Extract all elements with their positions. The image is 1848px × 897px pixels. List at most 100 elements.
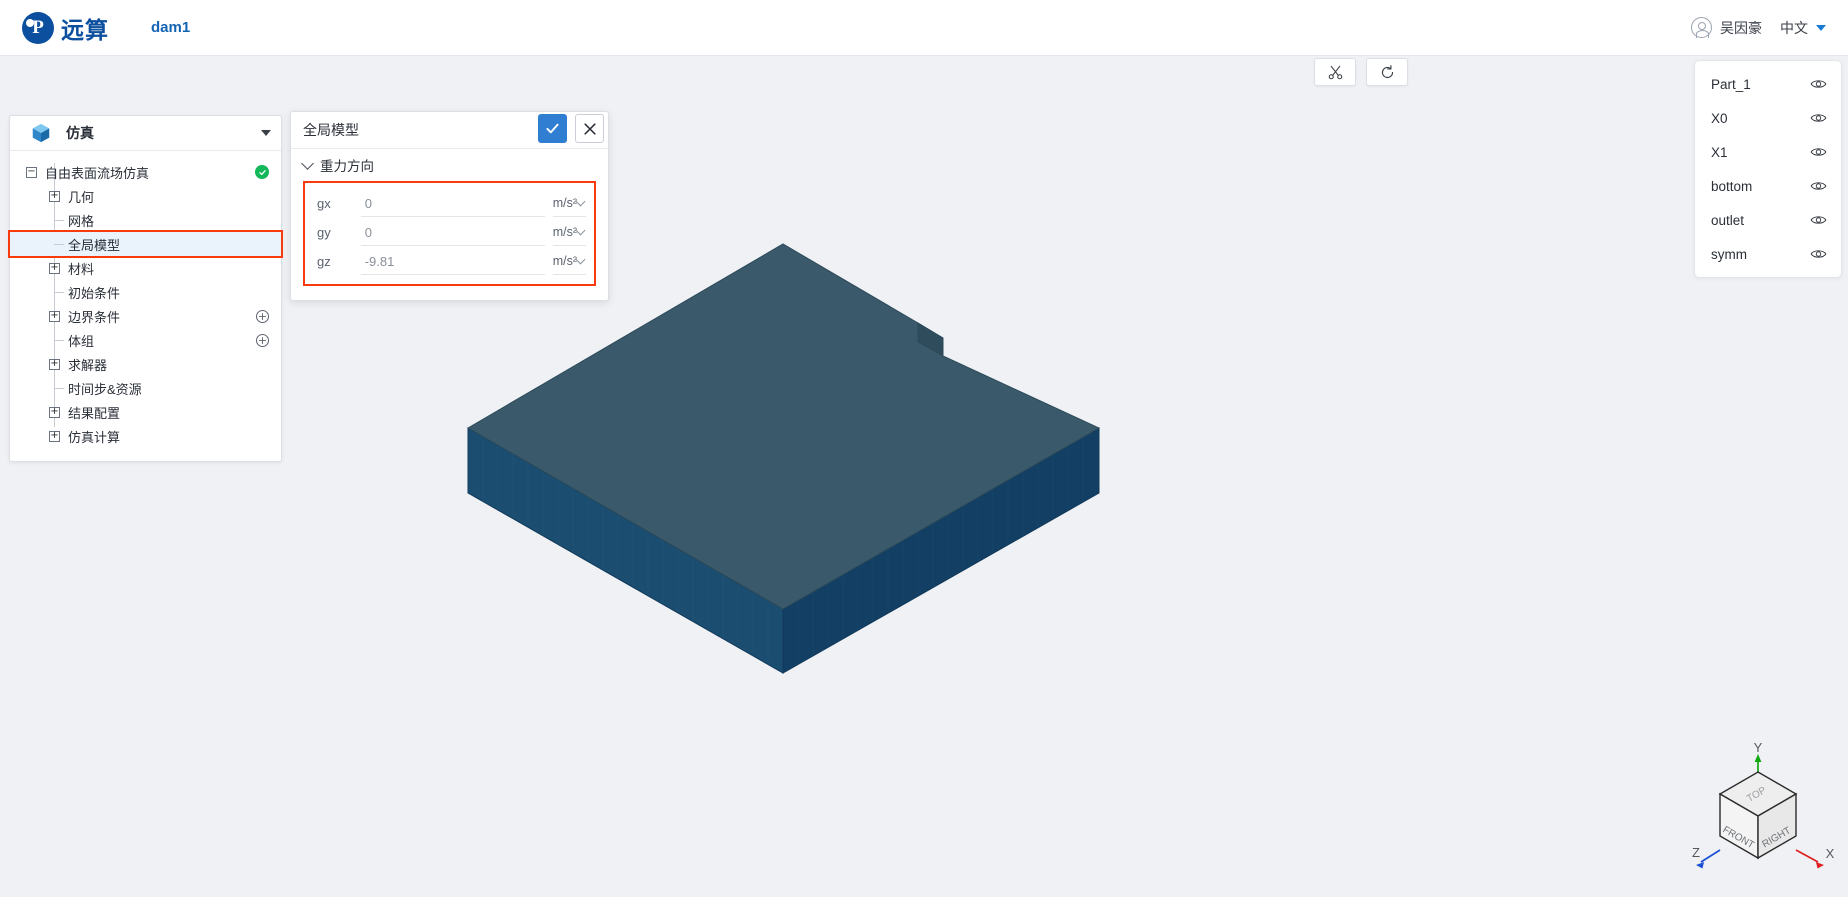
dialog-confirm-button[interactable] [538, 114, 567, 143]
simulation-tree-panel: 仿真 − 自由表面流场仿真 + 几何 网格 全局模型 + 材料 初始条件 + 边界条件 + 体组 + + 求解… [8, 115, 283, 462]
tree-node-label: 求解器 [68, 357, 108, 373]
tree-panel-title: 仿真 [66, 125, 94, 141]
eye-icon[interactable] [1810, 214, 1827, 226]
unit-select-gz[interactable]: m/s² [552, 249, 586, 275]
reset-view-button[interactable] [1366, 58, 1408, 86]
expand-node-icon[interactable]: + [49, 358, 60, 370]
visibility-row-bottom[interactable]: bottom [1695, 169, 1841, 203]
tree-leaf-connector [54, 340, 64, 341]
axis-label-z: Z [1692, 845, 1700, 860]
chevron-down-icon [575, 225, 586, 235]
language-label: 中文 [1780, 19, 1808, 36]
dialog-cancel-button[interactable] [575, 114, 604, 143]
brand-logo[interactable]: P 远算 [22, 11, 109, 45]
visibility-item-label: outlet [1711, 212, 1745, 228]
chevron-down-icon [575, 196, 586, 206]
chevron-down-icon [575, 254, 586, 264]
add-item-icon[interactable]: + [256, 309, 269, 323]
field-input-gx[interactable] [360, 190, 545, 217]
status-ok-icon [255, 165, 269, 179]
eye-icon[interactable] [1810, 146, 1827, 158]
chevron-down-icon[interactable] [261, 130, 271, 136]
tree-node-label: 材料 [68, 261, 95, 277]
brand-name: 远算 [61, 16, 109, 43]
tree-node-11[interactable]: + 仿真计算 [10, 424, 281, 448]
collapse-node-icon[interactable]: − [26, 166, 37, 178]
visibility-item-label: Part_1 [1711, 76, 1751, 92]
brand-letter: P [32, 16, 44, 38]
expand-node-icon[interactable]: + [49, 190, 60, 202]
expand-node-icon[interactable]: + [49, 430, 60, 442]
gravity-field-row-gy: gy m/s² [305, 218, 594, 247]
tree-node-8[interactable]: + 求解器 [10, 352, 281, 376]
model-viewport-3d[interactable]: 仿真 − 自由表面流场仿真 + 几何 网格 全局模型 + 材料 初始条件 + 边界条件 + 体组 + + 求解… [0, 56, 1848, 897]
gravity-direction-section-header[interactable]: 重力方向 [291, 149, 608, 181]
visibility-item-label: X1 [1711, 144, 1728, 160]
tree-node-0[interactable]: − 自由表面流场仿真 [10, 160, 281, 184]
tree-leaf-connector [54, 220, 64, 221]
visibility-row-symm[interactable]: symm [1695, 237, 1841, 271]
clip-section-button[interactable] [1314, 58, 1356, 86]
tree-node-10[interactable]: + 结果配置 [10, 400, 281, 424]
expand-node-icon[interactable]: + [49, 406, 60, 418]
project-title[interactable]: dam1 [151, 19, 190, 36]
visibility-row-outlet[interactable]: outlet [1695, 203, 1841, 237]
visibility-row-Part_1[interactable]: Part_1 [1695, 67, 1841, 101]
tree-node-label: 网格 [68, 213, 95, 229]
tree-panel-header[interactable]: 仿真 [10, 116, 281, 151]
chevron-down-icon [301, 156, 314, 170]
refresh-icon [1381, 64, 1393, 78]
unit-select-gx[interactable]: m/s² [552, 191, 586, 217]
tree-node-4[interactable]: + 材料 [10, 256, 281, 280]
visibility-item-label: symm [1711, 246, 1747, 262]
visibility-row-X1[interactable]: X1 [1695, 135, 1841, 169]
tree-leaf-connector [54, 292, 64, 293]
tree-node-label: 全局模型 [68, 237, 121, 253]
language-selector[interactable]: 中文 [1780, 18, 1826, 38]
expand-node-icon[interactable]: + [49, 262, 60, 274]
field-input-gz[interactable] [360, 248, 545, 275]
tree-node-9[interactable]: 时间步&资源 [10, 376, 281, 400]
eye-icon[interactable] [1810, 248, 1827, 260]
tree-node-label: 仿真计算 [68, 429, 121, 445]
field-label-gx: gx [317, 196, 331, 211]
tree-node-label: 边界条件 [68, 309, 121, 325]
unit-label: m/s² [552, 254, 577, 268]
tree-node-list: − 自由表面流场仿真 + 几何 网格 全局模型 + 材料 初始条件 + 边界条件 + 体组 + + 求解器 时间… [8, 151, 283, 448]
tree-node-6[interactable]: + 边界条件 + [10, 304, 281, 328]
visibility-row-X0[interactable]: X0 [1695, 101, 1841, 135]
eye-icon[interactable] [1810, 112, 1827, 124]
tree-node-label: 时间步&资源 [68, 381, 142, 397]
tree-node-5[interactable]: 初始条件 [10, 280, 281, 304]
scissors-icon [1328, 65, 1342, 79]
eye-icon[interactable] [1810, 180, 1827, 192]
axis-label-y: Y [1754, 742, 1763, 755]
gravity-field-row-gz: gz m/s² [305, 247, 594, 276]
tree-node-label: 几何 [68, 189, 95, 205]
field-input-gy[interactable] [360, 219, 545, 246]
tree-node-2[interactable]: 网格 [10, 208, 281, 232]
axis-label-x: X [1826, 846, 1835, 861]
field-label-gz: gz [317, 254, 331, 269]
tree-node-3[interactable]: 全局模型 [8, 230, 283, 258]
dialog-title: 全局模型 [303, 122, 359, 138]
tree-node-1[interactable]: + 几何 [10, 184, 281, 208]
field-label-gy: gy [317, 225, 331, 240]
add-item-icon[interactable]: + [256, 333, 269, 347]
unit-select-gy[interactable]: m/s² [552, 220, 586, 246]
header-right-controls: 吴因豪 中文 [1691, 17, 1826, 38]
tree-node-7[interactable]: 体组 + [10, 328, 281, 352]
user-menu[interactable]: 吴因豪 [1691, 17, 1762, 38]
visibility-item-label: bottom [1711, 178, 1753, 194]
app-header: P 远算 dam1 吴因豪 中文 [0, 0, 1848, 56]
unit-label: m/s² [552, 225, 577, 239]
section-label: 重力方向 [320, 159, 374, 174]
visibility-panel: Part_1 X0 X1 bottom outlet symm [1694, 60, 1842, 278]
visibility-item-label: X0 [1711, 110, 1728, 126]
eye-icon[interactable] [1810, 78, 1827, 90]
expand-node-icon[interactable]: + [49, 310, 60, 322]
unit-label: m/s² [552, 196, 577, 210]
close-icon [583, 122, 596, 135]
viewport-toolbar [1314, 58, 1408, 86]
view-cube-axis-triad[interactable]: Y Z X TOP FRONT RIGHT [1690, 742, 1840, 887]
